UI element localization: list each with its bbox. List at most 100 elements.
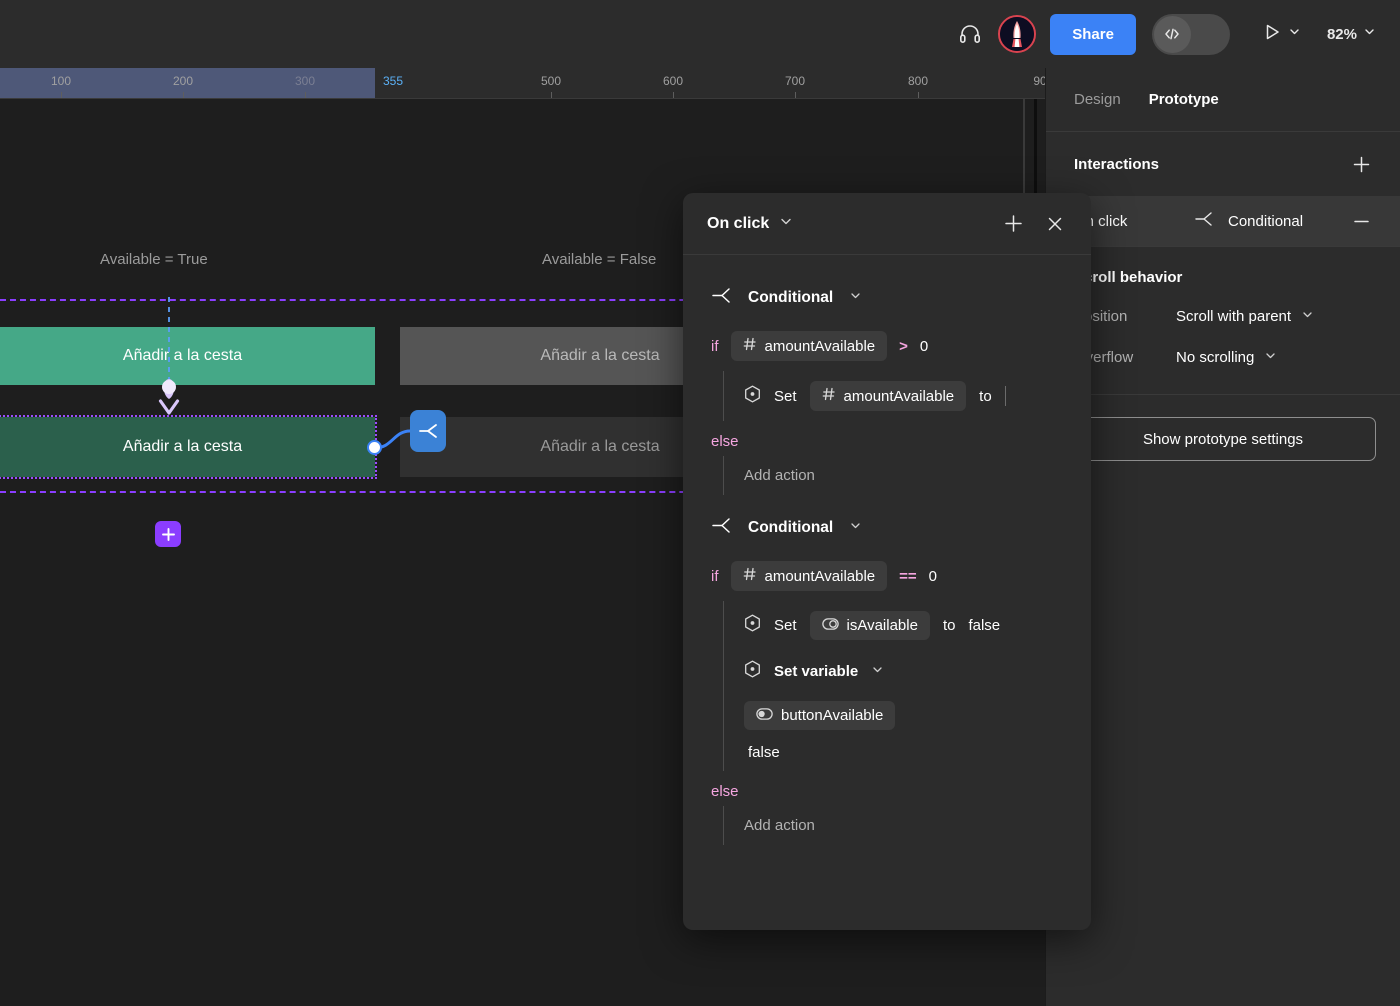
- boolean-variable-icon: [821, 617, 839, 634]
- action-target-pill[interactable]: buttonAvailable: [744, 701, 896, 730]
- interaction-row[interactable]: On click Conditional: [1046, 196, 1400, 246]
- share-button[interactable]: Share: [1050, 13, 1136, 55]
- variable-action-icon: [744, 660, 761, 683]
- number-variable-icon: [822, 387, 836, 405]
- ruler-tick: 200: [172, 74, 194, 88]
- scroll-position-select[interactable]: Scroll with parent: [1176, 308, 1314, 325]
- number-variable-icon: [743, 567, 757, 585]
- connector-start-dot[interactable]: [367, 440, 382, 455]
- conditional-title: Conditional: [748, 289, 834, 306]
- ruler-tick: 500: [540, 74, 562, 88]
- scroll-overflow-row: Overflow No scrolling: [1074, 349, 1376, 366]
- scroll-overflow-value: No scrolling: [1176, 349, 1255, 366]
- figma-window: Share 82% 100 200 300 355 500 600 700 80…: [0, 0, 1400, 1006]
- conditional-icon: [1194, 211, 1214, 231]
- play-icon: [1262, 22, 1282, 47]
- zoom-control[interactable]: 82%: [1321, 14, 1382, 54]
- scroll-behavior-title: Scroll behavior: [1074, 269, 1183, 286]
- interaction-details-dialog: On click Conditional if amountAvailable …: [683, 193, 1091, 930]
- number-variable-icon: [743, 337, 757, 355]
- chevron-down-icon: [1264, 349, 1277, 366]
- boolean-variable-filled-icon: [756, 707, 773, 724]
- ruler-tick: 800: [907, 74, 929, 88]
- if-keyword: if: [711, 567, 719, 585]
- action-target-pill[interactable]: isAvailable: [809, 611, 930, 640]
- remove-interaction-button[interactable]: [1346, 206, 1376, 236]
- add-interaction-button[interactable]: [1346, 149, 1376, 179]
- node-label: Añadir a la cesta: [122, 438, 243, 455]
- conditional-icon: [711, 517, 732, 539]
- dialog-trigger-label: On click: [707, 214, 770, 232]
- condition-variable-name: amountAvailable: [764, 337, 876, 355]
- conditional-connector-badge[interactable]: [410, 410, 446, 452]
- condition-value[interactable]: 0: [929, 568, 937, 585]
- dev-mode-toggle[interactable]: [1151, 13, 1230, 55]
- else-keyword: else: [711, 783, 739, 800]
- condition-value[interactable]: 0: [920, 338, 928, 355]
- close-icon[interactable]: [1039, 208, 1071, 240]
- action-connector: to: [979, 387, 992, 405]
- condition-variable-pill[interactable]: amountAvailable: [730, 331, 888, 361]
- interactions-title: Interactions: [1074, 155, 1160, 173]
- chevron-down-icon: [1288, 25, 1301, 43]
- action-set-variable-row[interactable]: Set variable: [744, 650, 1091, 693]
- condition-row: if amountAvailable == 0: [683, 551, 1091, 601]
- horizontal-ruler[interactable]: 100 200 300 355 500 600 700 800 90: [0, 68, 1045, 98]
- chevron-down-icon[interactable]: [849, 289, 862, 307]
- add-action-link[interactable]: Add action: [744, 456, 1091, 495]
- action-value-input[interactable]: [1004, 386, 1006, 406]
- action-verb: Set: [774, 387, 797, 405]
- chevron-down-icon[interactable]: [871, 663, 884, 681]
- scroll-position-value: Scroll with parent: [1176, 308, 1292, 325]
- chevron-down-icon: [1301, 308, 1314, 325]
- interaction-action-label: Conditional: [1228, 212, 1304, 230]
- action-target-name: isAvailable: [846, 617, 918, 634]
- action-target-pill[interactable]: amountAvailable: [809, 381, 967, 411]
- code-slash-icon: [1153, 15, 1191, 53]
- tab-design[interactable]: Design: [1074, 91, 1121, 108]
- prototype-settings-wrap: Show prototype settings: [1046, 395, 1400, 461]
- avatar[interactable]: [998, 15, 1037, 53]
- tab-prototype[interactable]: Prototype: [1149, 91, 1219, 108]
- action-set-row: Set amountAvailable to: [744, 371, 1091, 421]
- action-value[interactable]: false: [968, 617, 1000, 634]
- add-action-link[interactable]: Add action: [744, 806, 1091, 845]
- add-section-button[interactable]: [155, 521, 181, 547]
- ruler-tick-selected: 355: [383, 74, 404, 88]
- headphones-icon[interactable]: [950, 14, 990, 54]
- scroll-overflow-select[interactable]: No scrolling: [1176, 349, 1277, 366]
- panel-tabs: Design Prototype: [1046, 68, 1400, 132]
- interactions-header: Interactions: [1046, 132, 1400, 196]
- conditional-block-header[interactable]: Conditional: [683, 505, 1091, 551]
- action-target-name: amountAvailable: [843, 387, 955, 405]
- add-action-button[interactable]: [997, 208, 1029, 240]
- condition-operator[interactable]: >: [899, 338, 908, 355]
- scroll-behavior-block: Scroll behavior Position Scroll with par…: [1046, 247, 1400, 394]
- condition-variable-pill[interactable]: amountAvailable: [730, 561, 888, 591]
- conditional-icon: [711, 287, 732, 309]
- dialog-body: Conditional if amountAvailable > 0 Set a…: [683, 255, 1091, 867]
- node-label: Añadir a la cesta: [540, 438, 660, 455]
- if-branch-actions: Set amountAvailable to: [723, 371, 1091, 421]
- chevron-down-icon[interactable]: [849, 519, 862, 537]
- if-branch-actions: Set isAvailable to false Set variable bu…: [723, 601, 1091, 771]
- chevron-down-icon[interactable]: [779, 214, 793, 233]
- else-branch-actions: Add action: [723, 806, 1091, 845]
- action-verb: Set: [774, 617, 797, 634]
- right-sidebar: Design Prototype Interactions On click C…: [1045, 68, 1400, 1006]
- set-variable-value[interactable]: false: [744, 734, 1091, 771]
- frame-label-available-false[interactable]: Available = False: [542, 251, 683, 268]
- action-set-row: Set isAvailable to false: [744, 601, 1091, 650]
- node-boton-verde-oscuro[interactable]: Añadir a la cesta: [0, 417, 375, 477]
- condition-variable-name: amountAvailable: [764, 567, 876, 585]
- action-target-name: buttonAvailable: [781, 707, 884, 724]
- ruler-tick: 300: [294, 74, 316, 88]
- frame-label-available-true[interactable]: Available = True: [100, 251, 208, 268]
- show-prototype-settings-button[interactable]: Show prototype settings: [1070, 417, 1376, 461]
- present-button-group[interactable]: [1256, 14, 1307, 54]
- conditional-block-header[interactable]: Conditional: [683, 275, 1091, 321]
- action-verb: Set variable: [774, 663, 859, 680]
- prototype-flow-arrow: [158, 297, 180, 415]
- condition-operator[interactable]: ==: [899, 568, 917, 585]
- ruler-tick: 90: [1033, 74, 1045, 88]
